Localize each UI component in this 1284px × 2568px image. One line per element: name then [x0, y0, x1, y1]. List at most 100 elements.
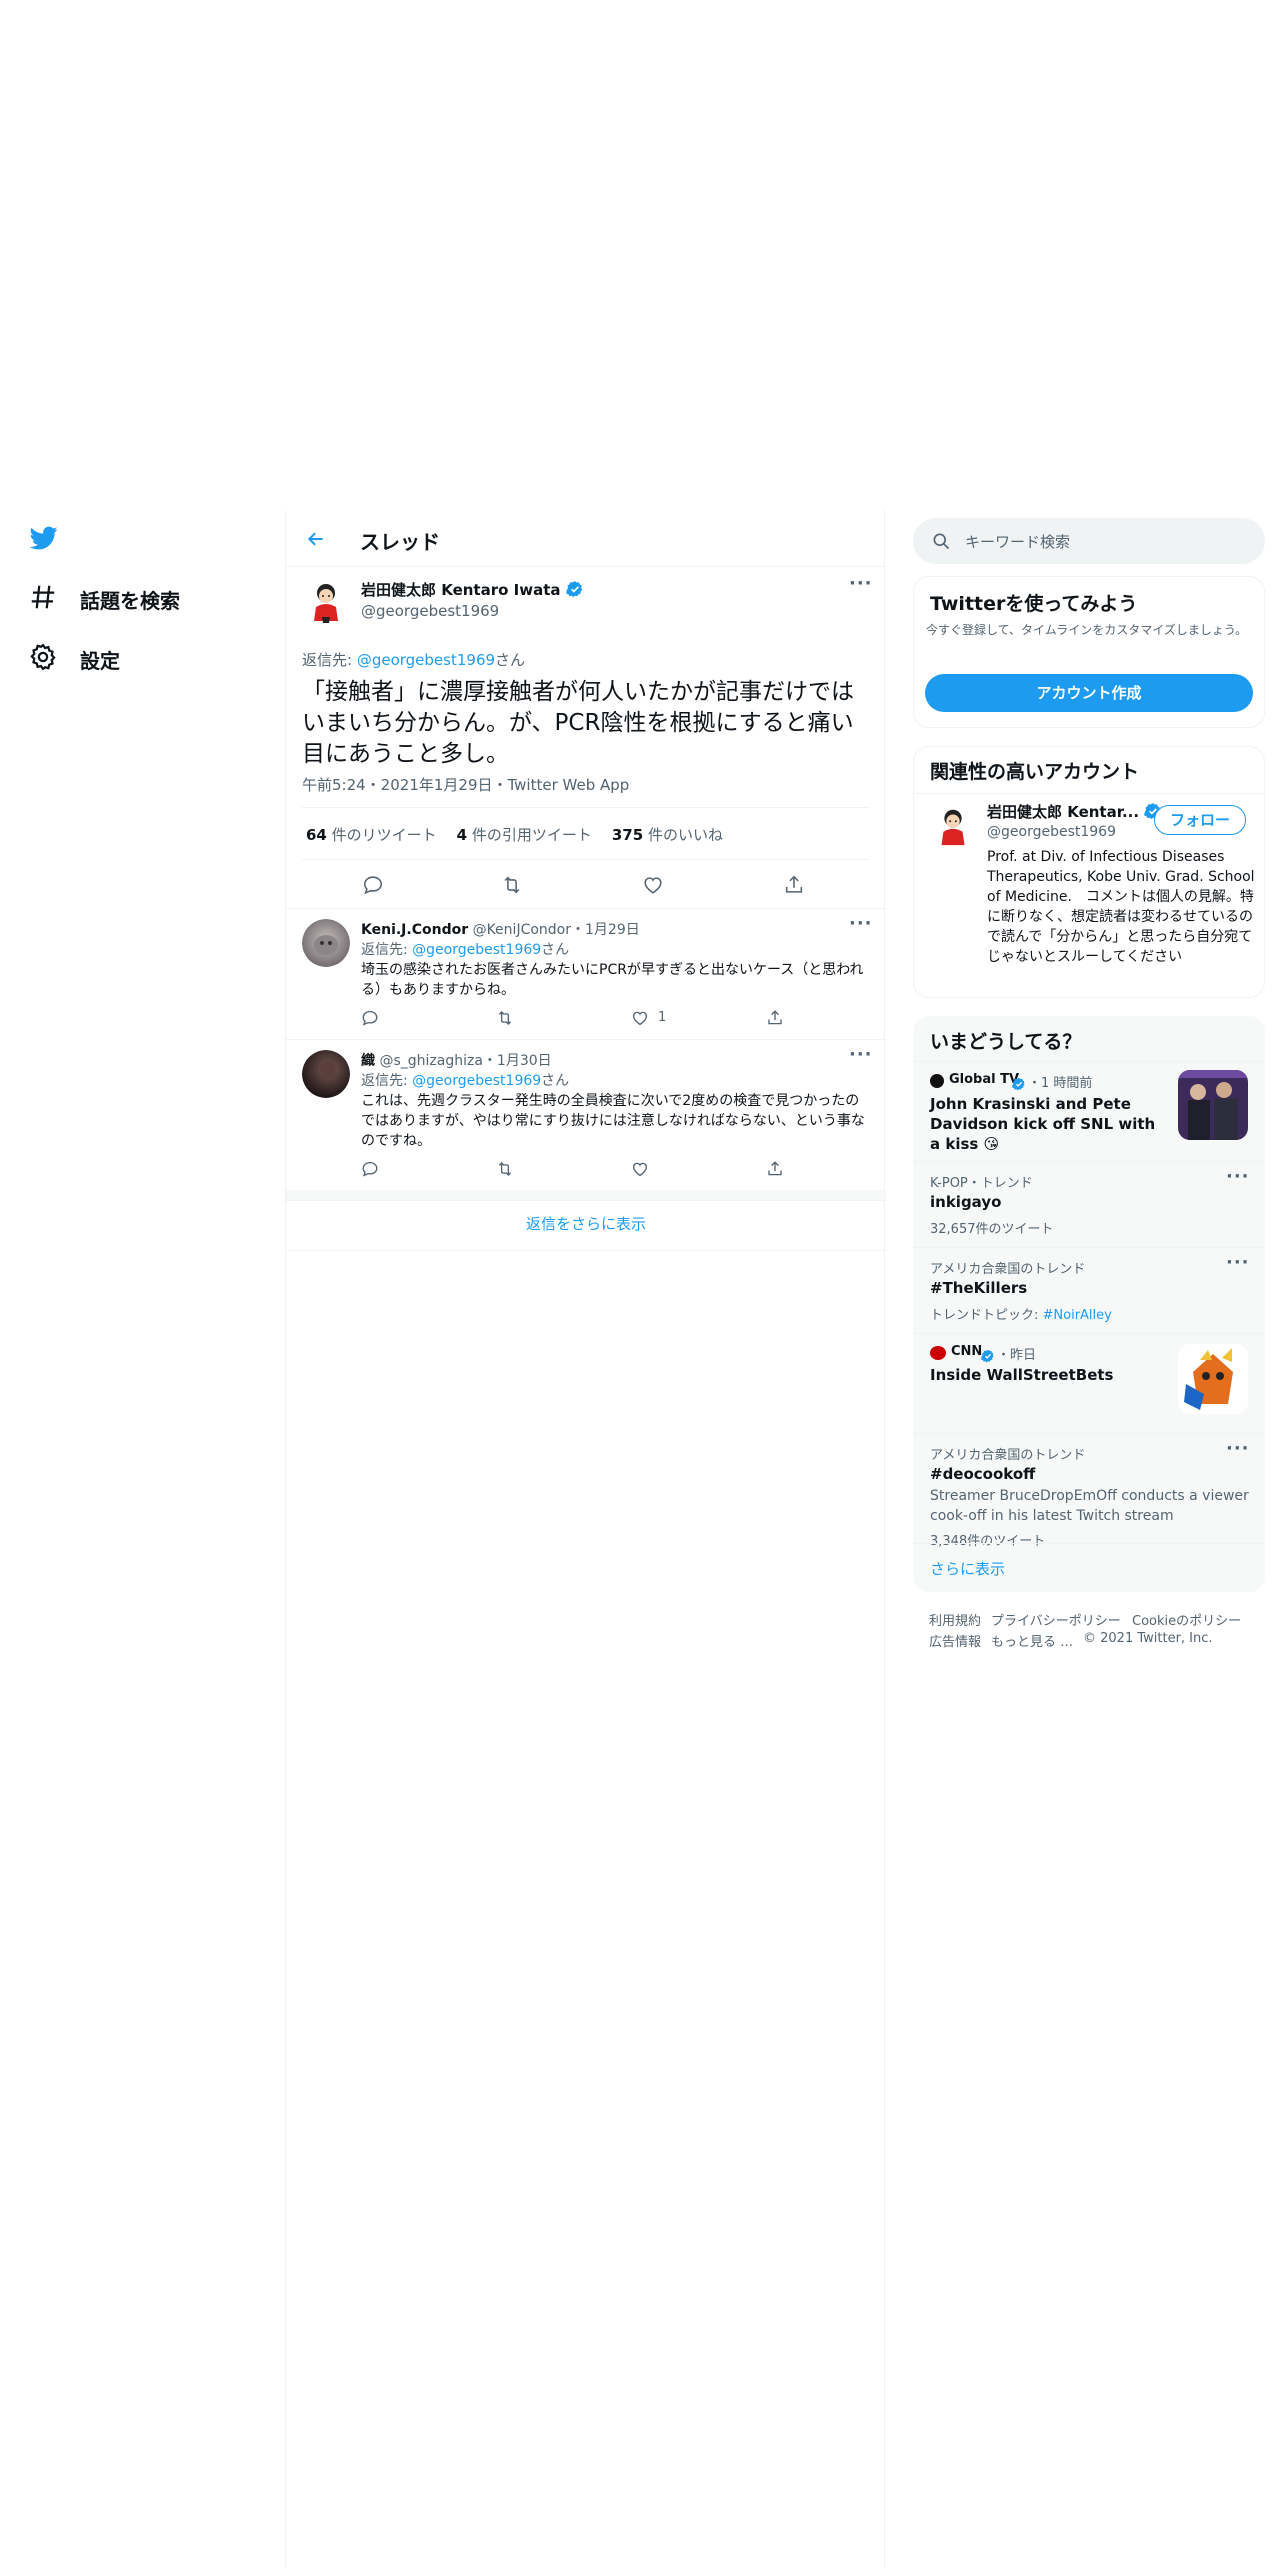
retweets-stat[interactable]: 64 件のリツイート — [306, 824, 437, 845]
trend-source: CNN — [951, 1344, 983, 1359]
show-more-link[interactable]: さらに表示 — [930, 1558, 1005, 1579]
footer-cookie-link[interactable]: Cookieのポリシー — [1132, 1610, 1241, 1629]
avatar[interactable] — [302, 1050, 350, 1098]
like-count: 1 — [658, 1010, 667, 1025]
like-heart-icon[interactable] — [642, 874, 664, 896]
footer-more-link[interactable]: もっと見る … — [991, 1631, 1073, 1650]
reply-author-name[interactable]: 織 — [361, 1053, 375, 1069]
more-options-icon[interactable]: ··· — [849, 913, 873, 934]
trend-description: Streamer BruceDropEmOff conducts a viewe… — [930, 1488, 1249, 1524]
trend-headline: John Krasinski and Pete Davidson kick of… — [930, 1095, 1156, 1153]
footer-copyright: © 2021 Twitter, Inc. — [1083, 1631, 1213, 1646]
trend-count: 32,657件のツイート — [930, 1222, 1054, 1237]
trend-thumbnail — [1178, 1344, 1248, 1414]
reply-icon[interactable] — [361, 1160, 379, 1178]
reply-tweet[interactable]: 織 @s_ghizaghiza・1月30日 ··· 返信先: @georgebe… — [286, 1040, 886, 1190]
show-more-replies-link[interactable]: 返信をさらに表示 — [286, 1213, 886, 1234]
footer-privacy-link[interactable]: プライバシーポリシー — [991, 1610, 1121, 1629]
like-heart-icon[interactable] — [631, 1009, 649, 1027]
likes-stat[interactable]: 375 件のいいね — [612, 824, 723, 845]
tweet-stats: 64 件のリツイート 4 件の引用ツイート 375 件のいいね — [306, 824, 723, 845]
retweet-icon[interactable] — [496, 1160, 514, 1178]
reply-author-name[interactable]: Keni.J.Condor — [361, 922, 468, 938]
trends-title: いまどうしてる？ — [930, 1031, 1082, 1053]
trend-item[interactable]: Global TV ・1 時間前 John Krasinski and Pete… — [914, 1061, 1264, 1161]
share-icon[interactable] — [766, 1009, 784, 1027]
author-handle[interactable]: @georgebest1969 — [361, 602, 499, 620]
show-more-row[interactable]: さらに表示 — [914, 1543, 1264, 1591]
trend-meta: アメリカ合衆国のトレンド — [930, 1262, 1086, 1277]
retweet-icon[interactable] — [496, 1009, 514, 1027]
page-title: スレッド — [360, 530, 440, 554]
gear-icon — [28, 642, 58, 677]
sidebar-footer: 利用規約 プライバシーポリシー Cookieのポリシー 広告情報 もっと見る …… — [913, 1600, 1265, 1660]
reply-icon[interactable] — [361, 1009, 379, 1027]
reply-author-row: 織 @s_ghizaghiza・1月30日 — [361, 1050, 552, 1070]
trend-item[interactable]: K-POP・トレンド ··· inkigayo 32,657件のツイート — [914, 1161, 1264, 1247]
avatar[interactable] — [302, 919, 350, 967]
reply-author-handle[interactable]: @KeniJCondor — [473, 922, 571, 938]
search-bar[interactable]: キーワード検索 — [913, 518, 1265, 564]
reply-icon[interactable] — [362, 874, 384, 896]
twitter-logo-icon[interactable] — [28, 524, 60, 552]
more-options-icon[interactable]: ··· — [849, 573, 873, 594]
reply-to-suffix: さん — [495, 651, 526, 669]
reply-date[interactable]: ・1月29日 — [571, 922, 640, 938]
tweet-timestamp[interactable]: 午前5:24・2021年1月29日・Twitter Web App — [302, 774, 629, 795]
reply-author-handle[interactable]: @s_ghizaghiza — [379, 1053, 482, 1069]
reply-tweet[interactable]: Keni.J.Condor @KeniJCondor・1月29日 ··· 返信先… — [286, 909, 886, 1039]
more-options-icon[interactable]: ··· — [849, 1044, 873, 1065]
reply-date[interactable]: ・1月30日 — [483, 1053, 552, 1069]
quotes-stat[interactable]: 4 件の引用ツイート — [457, 824, 592, 845]
related-account-name: 岩田健太郎 Kentar... — [987, 803, 1140, 821]
trend-meta: アメリカ合衆国のトレンド — [930, 1448, 1086, 1463]
footer-ads-link[interactable]: 広告情報 — [929, 1631, 981, 1650]
reply-to-prefix: 返信先: — [361, 942, 413, 958]
verified-badge-icon — [1012, 1073, 1026, 1092]
trend-headline: Inside WallStreetBets — [930, 1366, 1114, 1384]
tweet-text: 「接触者」に濃厚接触者が何人いたかが記事だけではいまいち分からん。が、PCR陰性… — [302, 679, 854, 767]
signup-title: Twitterを使ってみよう — [930, 593, 1138, 615]
reply-to-line: 返信先: @georgebest1969さん — [302, 649, 525, 670]
reply-to-prefix: 返信先: — [361, 1073, 413, 1089]
more-options-icon[interactable]: ··· — [1226, 1438, 1250, 1459]
reply-to-prefix: 返信先: — [302, 651, 357, 669]
author-row[interactable]: 岩田健太郎 Kentaro Iwata — [361, 579, 584, 600]
nav-settings[interactable]: 設定 — [28, 642, 120, 677]
more-options-icon[interactable]: ··· — [1226, 1252, 1250, 1273]
avatar[interactable] — [302, 577, 350, 625]
more-options-icon[interactable]: ··· — [1226, 1166, 1250, 1187]
reply-to-suffix: さん — [541, 942, 570, 958]
reply-to-handle-link[interactable]: @georgebest1969 — [357, 651, 495, 669]
related-account-name-row[interactable]: 岩田健太郎 Kentar... — [987, 801, 1162, 822]
trend-item[interactable]: アメリカ合衆国のトレンド ··· #TheKillers トレンドトピック: #… — [914, 1247, 1264, 1333]
trend-item[interactable]: CNN ・昨日 Inside WallStreetBets — [914, 1333, 1264, 1433]
divider — [302, 807, 870, 808]
verified-badge-icon — [981, 1345, 995, 1364]
retweets-label: 件のリツイート — [326, 826, 437, 844]
footer-terms-link[interactable]: 利用規約 — [929, 1610, 981, 1629]
reply-to-line: 返信先: @georgebest1969さん — [361, 1070, 569, 1090]
avatar[interactable] — [930, 803, 976, 849]
search-input[interactable]: キーワード検索 — [965, 531, 1070, 552]
reply-text: これは、先週クラスター発生時の全員検査に次いで2度めの検査で見つかったのではあり… — [361, 1093, 865, 1149]
reply-to-handle-link[interactable]: @georgebest1969 — [412, 942, 541, 958]
divider — [286, 1200, 886, 1201]
share-icon[interactable] — [766, 1160, 784, 1178]
like-heart-icon[interactable] — [631, 1160, 649, 1178]
trend-meta: ・1 時間前 — [1028, 1076, 1093, 1091]
trend-topic-link[interactable]: #NoirAlley — [1043, 1308, 1112, 1323]
share-icon[interactable] — [783, 874, 805, 896]
likes-label: 件のいいね — [643, 826, 723, 844]
reply-to-suffix: さん — [541, 1073, 570, 1089]
quotes-label: 件の引用ツイート — [467, 826, 592, 844]
related-account-handle[interactable]: @georgebest1969 — [987, 824, 1116, 840]
nav-explore[interactable]: 話題を検索 — [28, 582, 180, 617]
quotes-count: 4 — [456, 826, 468, 844]
trend-topic-row: トレンドトピック: #NoirAlley — [930, 1304, 1112, 1323]
follow-button[interactable]: フォロー — [1154, 805, 1246, 835]
reply-to-handle-link[interactable]: @georgebest1969 — [412, 1073, 541, 1089]
create-account-button[interactable]: アカウント作成 — [925, 674, 1253, 712]
retweet-icon[interactable] — [501, 874, 523, 896]
trend-item[interactable]: アメリカ合衆国のトレンド ··· #deocookoff Streamer Br… — [914, 1433, 1264, 1549]
